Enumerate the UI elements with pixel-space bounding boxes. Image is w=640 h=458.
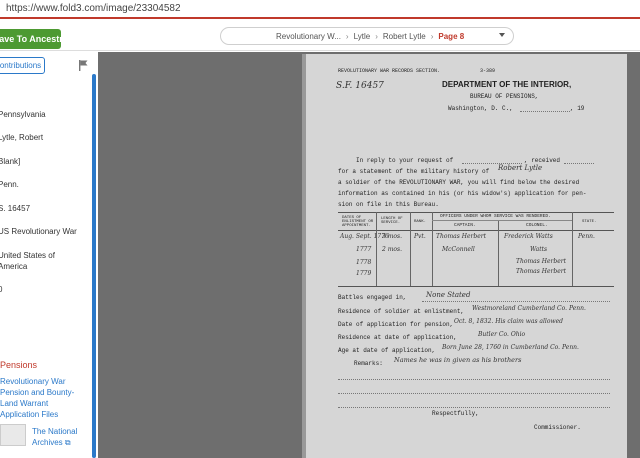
doc-age-label: Age at date of application,	[338, 347, 436, 354]
doc-blank	[338, 393, 610, 394]
th-captain: CAPTAIN.	[454, 223, 476, 228]
breadcrumb[interactable]: Revolutionary W... › Lytle › Robert Lytl…	[220, 27, 514, 45]
doc-form-number: 3-389	[480, 68, 496, 74]
doc-date-app-label: Date of application for pension,	[338, 321, 454, 328]
doc-date-app-value: Oct. 8, 1832. His claim was allowed	[454, 318, 563, 325]
doc-department: DEPARTMENT OF THE INTERIOR,	[442, 80, 572, 89]
breadcrumb-item-person[interactable]: Robert Lytle	[383, 32, 426, 41]
doc-bureau: BUREAU OF PENSIONS,	[470, 93, 539, 100]
row4-colonel: Thomas Herbert	[516, 268, 567, 275]
collection-link[interactable]: Revolutionary War Pension and Bounty-Lan…	[0, 376, 88, 420]
doc-line1: In reply to your request of	[356, 157, 454, 164]
document-edge	[302, 54, 306, 458]
doc-received: , received	[524, 157, 561, 164]
th-colonel: COLONEL.	[526, 223, 548, 228]
table-rule	[432, 212, 433, 286]
doc-line3: a soldier of the REVOLUTIONARY WAR, you …	[338, 179, 580, 186]
doc-battles-label: Battles engaged in,	[338, 294, 407, 301]
row4-date: 1779	[356, 270, 372, 277]
doc-file-number: S.F. 16457	[336, 81, 384, 91]
document-image[interactable]: REVOLUTIONARY WAR RECORDS SECTION. 3-389…	[302, 54, 627, 458]
th-length: LENGTH OF SERVICE.	[381, 217, 403, 225]
breadcrumb-item-collection[interactable]: Revolutionary W...	[276, 32, 341, 41]
field-state: Pennsylvania	[0, 110, 46, 119]
chevron-down-icon[interactable]	[499, 33, 505, 37]
table-rule	[572, 212, 573, 286]
panel-scrollbar[interactable]	[92, 74, 96, 458]
doc-blank	[338, 379, 610, 380]
doc-commissioner: Commissioner.	[534, 424, 581, 431]
breadcrumb-separator-icon: ›	[375, 31, 378, 41]
url-text[interactable]: https://www.fold3.com/image/23304582	[6, 3, 181, 14]
doc-date-blank	[520, 111, 570, 112]
contributions-button[interactable]: ontributions	[0, 57, 45, 74]
doc-line2: for a statement of the military history …	[338, 168, 490, 175]
doc-residence-enl-label: Residence of soldier at enlistment,	[338, 308, 465, 315]
national-archives-logo-icon	[0, 424, 26, 446]
national-archives-name[interactable]: The National Archives ⧉	[32, 426, 92, 448]
field-blank: Blank]	[0, 157, 21, 166]
row2-length: 2 mos.	[382, 246, 403, 253]
doc-blank	[564, 163, 594, 164]
field-count: 0	[0, 285, 3, 294]
row3-colonel: Thomas Herbert	[516, 258, 567, 265]
doc-residence-enl-value: Westmoreland Cumberland Co. Penn.	[472, 305, 586, 312]
th-officers: OFFICERS UNDER WHOM SERVICE WAS RENDERED…	[440, 214, 551, 219]
doc-remarks-label: Remarks:	[354, 360, 383, 367]
th-rank: RANK.	[414, 220, 427, 224]
doc-remarks-value: Names he was in given as his brothers	[394, 356, 522, 364]
record-details-panel: ontributions Pennsylvania Lytle, Robert …	[0, 52, 98, 458]
row2-colonel: Watts	[530, 246, 548, 253]
field-state-abbrev: Penn.	[0, 180, 19, 189]
flag-icon[interactable]	[78, 60, 88, 71]
row1-captain: Thomas Herbert	[436, 233, 487, 240]
table-rule	[376, 212, 377, 286]
row1-colonel: Frederick Watts	[504, 233, 553, 240]
row1-rank: Pvt.	[414, 233, 426, 240]
section-title: Pensions	[0, 360, 38, 370]
doc-line5: sion on file in this Bureau.	[338, 201, 439, 208]
doc-header-small: REVOLUTIONARY WAR RECORDS SECTION.	[338, 68, 441, 74]
row2-date: 1777	[356, 246, 372, 253]
table-rule	[410, 212, 411, 286]
doc-battles-value: None Stated	[426, 291, 471, 299]
row3-date: 1778	[356, 259, 372, 266]
row1-length: 3 mos.	[382, 233, 403, 240]
doc-year: , 19	[570, 105, 585, 112]
breadcrumb-separator-icon: ›	[345, 31, 349, 41]
doc-soldier-name: Robert Lytle	[498, 164, 543, 172]
doc-line4: information as contained in his (or his …	[338, 190, 587, 197]
table-rule	[498, 220, 499, 286]
table-rule	[338, 286, 614, 287]
doc-city: Washington, D. C.,	[448, 105, 513, 112]
browser-address-bar[interactable]: https://www.fold3.com/image/23304582	[0, 0, 640, 19]
doc-blank	[338, 407, 610, 408]
field-file-number: S. 16457	[0, 204, 31, 213]
doc-respectfully: Respectfully,	[432, 410, 479, 417]
breadcrumb-current-page: Page 8	[438, 31, 465, 41]
th-state: STATE.	[582, 220, 597, 224]
breadcrumb-separator-icon: ›	[430, 31, 434, 41]
field-war: US Revolutionary War	[0, 227, 77, 236]
breadcrumb-item-surname[interactable]: Lytle	[354, 32, 371, 41]
row1-state: Penn.	[578, 233, 595, 240]
external-link-icon: ⧉	[64, 438, 71, 447]
table-rule	[432, 220, 572, 221]
save-to-ancestry-button[interactable]: Save To Ancestry	[0, 29, 61, 49]
th-dates: DATES OF ENLISTMENT OR APPOINTMENT.	[342, 216, 374, 228]
doc-blank	[422, 301, 610, 302]
row2-captain: McConnell	[442, 246, 475, 253]
field-name: Lytle, Robert	[0, 133, 44, 142]
doc-age-value: Born June 28, 1760 in Cumberland Co. Pen…	[442, 344, 579, 351]
doc-residence-app-label: Residence at date of application,	[338, 334, 457, 341]
field-country: United States of America	[0, 251, 55, 271]
national-archives-link[interactable]: The National Archives ⧉	[0, 424, 92, 454]
doc-residence-app-value: Butler Co. Ohio	[478, 331, 526, 338]
